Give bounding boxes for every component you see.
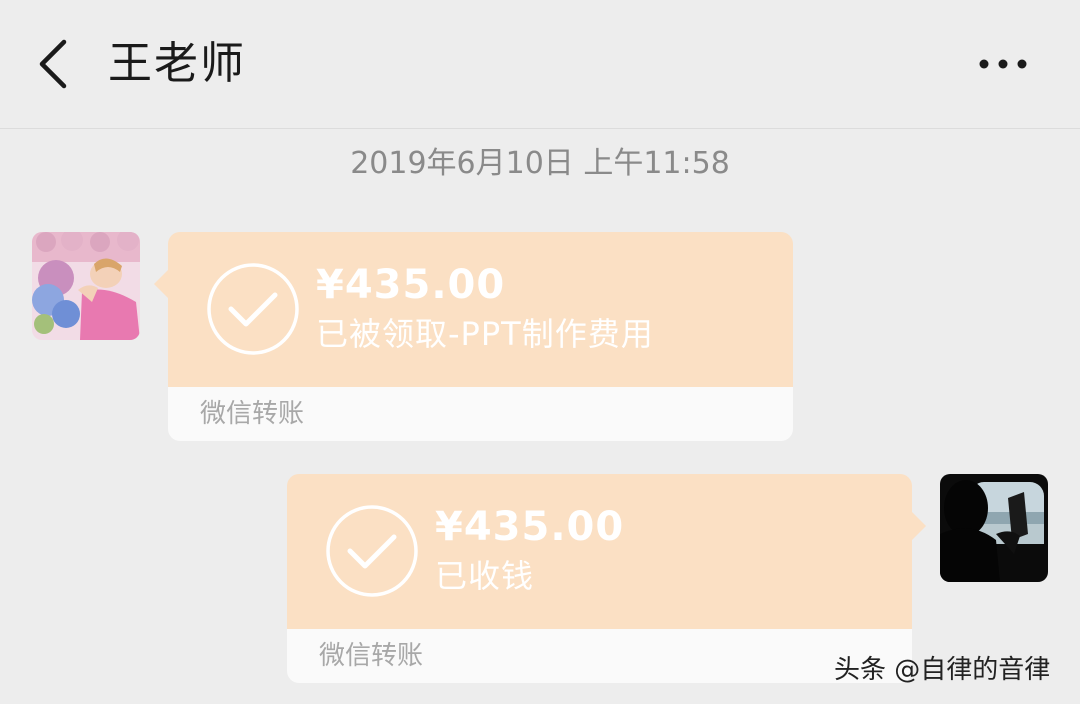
chevron-left-icon: [39, 39, 67, 89]
transfer-card-collected[interactable]: ¥435.00 已收钱 微信转账: [287, 474, 926, 683]
transfer-card-body: ¥435.00 已收钱: [287, 474, 912, 629]
more-horizontal-icon: [979, 59, 1027, 69]
transfer-type-label: 微信转账: [319, 641, 424, 671]
avatar-self[interactable]: [940, 474, 1048, 582]
chat-header: 王老师: [0, 0, 1080, 129]
transfer-card-received[interactable]: ¥435.00 已被领取-PPT制作费用 微信转账: [154, 232, 793, 441]
avatar-girl-with-hydrangeas-icon: [32, 232, 140, 340]
transfer-type-label: 微信转账: [200, 399, 305, 429]
watermark-text: 头条 @自律的音律: [834, 655, 1051, 685]
check-circle-icon: [326, 505, 418, 597]
back-button[interactable]: [30, 34, 80, 94]
transfer-amount: ¥435.00: [435, 504, 625, 550]
avatar-silhouette-reading-icon: [940, 474, 1048, 582]
chat-title: 王老师: [108, 38, 246, 89]
transfer-status: 已收钱: [435, 557, 535, 595]
check-circle-icon: [207, 263, 299, 355]
transfer-status: 已被领取-PPT制作费用: [316, 315, 654, 353]
message-timestamp: 2019年6月10日 上午11:58: [350, 146, 730, 181]
transfer-card-footer: 微信转账: [168, 387, 793, 441]
transfer-amount: ¥435.00: [316, 262, 506, 308]
avatar-contact[interactable]: [32, 232, 140, 340]
more-button[interactable]: [970, 44, 1036, 84]
transfer-card-body: ¥435.00 已被领取-PPT制作费用: [168, 232, 793, 387]
transfer-card-footer: 微信转账: [287, 629, 912, 683]
